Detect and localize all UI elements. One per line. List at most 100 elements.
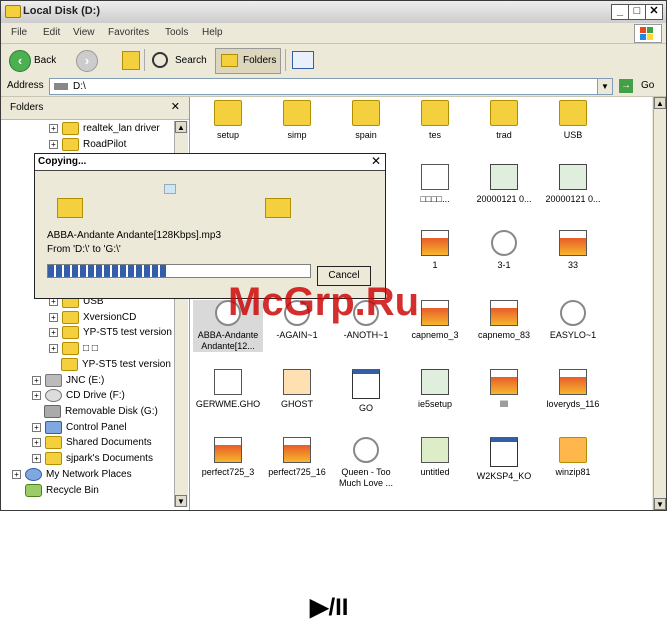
address-field[interactable]: D:\ ▼	[49, 78, 613, 95]
file-item[interactable]: untitled	[400, 437, 470, 478]
media-file-icon	[490, 300, 518, 326]
drive-icon	[45, 374, 62, 387]
tree-item[interactable]: Removable Disk (G:)	[44, 405, 158, 418]
folder-icon	[421, 100, 449, 126]
tree-item[interactable]: YP-ST5 test version	[61, 358, 171, 371]
file-item[interactable]: llll	[469, 369, 539, 410]
document-icon	[214, 369, 242, 395]
search-button-label[interactable]: Search	[175, 55, 207, 66]
media-player-icon	[353, 437, 379, 463]
window-titlebar[interactable]: Local Disk (D:) _ □ ✕	[1, 1, 666, 24]
toolbar: ‹ Back › Search Folders	[1, 44, 666, 77]
close-button[interactable]: ✕	[645, 4, 663, 20]
up-folder-icon[interactable]	[122, 51, 140, 70]
watermark-text: McGrp.Ru	[228, 280, 420, 324]
file-item[interactable]: USB	[538, 100, 608, 141]
file-item[interactable]: EASYLO~1	[538, 300, 608, 341]
folders-pane-header: Folders ✕	[1, 97, 189, 120]
scroll-up-icon[interactable]: ▲	[654, 97, 666, 109]
dialog-close-icon[interactable]: ✕	[371, 154, 381, 168]
file-item[interactable]: ie5setup	[400, 369, 470, 410]
file-item[interactable]: trad	[469, 100, 539, 141]
recycle-bin-icon	[25, 484, 42, 497]
file-item[interactable]: setup	[193, 100, 263, 141]
back-button-label[interactable]: Back	[34, 55, 56, 66]
tree-item[interactable]: + RoadPilot	[49, 138, 126, 151]
scroll-down-icon[interactable]: ▼	[654, 498, 666, 510]
file-item[interactable]: perfect725_16	[262, 437, 332, 478]
explorer-window: Local Disk (D:) _ □ ✕ File Edit View Fav…	[0, 0, 667, 511]
folder-icon	[5, 5, 21, 18]
menu-help[interactable]: Help	[202, 27, 223, 38]
file-item[interactable]: simp	[262, 100, 332, 141]
file-item[interactable]: spain	[331, 100, 401, 141]
drive-icon	[54, 83, 68, 90]
file-view-scrollbar[interactable]: ▲ ▼	[653, 97, 666, 510]
menu-favorites[interactable]: Favorites	[108, 27, 149, 38]
back-arrow-icon[interactable]: ‹	[9, 50, 31, 72]
file-item[interactable]: winzip81	[538, 437, 608, 478]
removable-disk-icon	[44, 405, 61, 418]
file-item[interactable]: GO	[331, 369, 401, 414]
forward-arrow-icon[interactable]: ›	[76, 50, 98, 72]
folder-icon	[559, 100, 587, 126]
tree-item[interactable]: Recycle Bin	[25, 484, 99, 497]
file-item[interactable]: capnemo_83	[469, 300, 539, 341]
file-item[interactable]: 3-1	[469, 230, 539, 271]
menu-view[interactable]: View	[73, 27, 95, 38]
tree-item[interactable]: + realtek_lan driver	[49, 122, 160, 135]
close-pane-icon[interactable]: ✕	[171, 100, 180, 113]
file-item[interactable]: perfect725_3	[193, 437, 263, 478]
address-value: D:\	[73, 81, 86, 92]
destination-folder-icon	[265, 198, 291, 218]
address-dropdown-icon[interactable]: ▼	[597, 79, 612, 94]
file-item[interactable]: 33	[538, 230, 608, 271]
media-file-icon	[421, 300, 449, 326]
play-pause-icon: ▶/II	[310, 594, 349, 621]
folders-pane-title: Folders	[10, 102, 44, 113]
scroll-up-icon[interactable]: ▲	[175, 121, 187, 133]
window-title: Local Disk (D:)	[23, 5, 101, 17]
tree-item[interactable]: + □ □	[49, 342, 98, 355]
folder-icon	[62, 326, 79, 339]
tree-item[interactable]: + My Network Places	[12, 468, 132, 481]
file-item[interactable]: 1	[400, 230, 470, 271]
scroll-down-icon[interactable]: ▼	[175, 495, 187, 507]
tree-item[interactable]: + JNC (E:)	[32, 374, 104, 387]
file-item[interactable]: loveryds_116	[538, 369, 608, 410]
folder-icon	[62, 138, 79, 151]
search-icon[interactable]	[152, 52, 168, 68]
tree-item[interactable]: + YP-ST5 test version	[49, 326, 172, 339]
tree-item[interactable]: + CD Drive (F:)	[32, 389, 125, 402]
file-item[interactable]: 20000121 0...	[469, 164, 539, 205]
minimize-button[interactable]: _	[611, 4, 629, 20]
paint-file-icon	[421, 437, 449, 463]
menu-edit[interactable]: Edit	[43, 27, 60, 38]
tree-item[interactable]: + Control Panel	[32, 421, 127, 434]
media-file-icon	[559, 369, 587, 395]
tree-item[interactable]: + XversionCD	[49, 311, 136, 324]
views-icon[interactable]	[292, 51, 314, 69]
media-file-icon	[214, 437, 242, 463]
menu-tools[interactable]: Tools	[165, 27, 188, 38]
go-button-label[interactable]: Go	[641, 80, 654, 91]
menu-bar: File Edit View Favorites Tools Help	[1, 23, 666, 44]
file-item[interactable]: 20000121 0...	[538, 164, 608, 205]
file-item[interactable]: Queen - Too Much Love ...	[331, 437, 401, 489]
media-file-icon	[559, 230, 587, 256]
file-item[interactable]: GHOST	[262, 369, 332, 410]
file-item[interactable]: □□□□...	[400, 164, 470, 205]
file-item[interactable]: tes	[400, 100, 470, 141]
dialog-titlebar[interactable]: Copying... ✕	[35, 154, 385, 171]
file-item[interactable]: GERWME.GHO	[193, 369, 263, 410]
go-arrow-icon[interactable]: →	[619, 79, 633, 93]
menu-file[interactable]: File	[11, 27, 27, 38]
maximize-button[interactable]: □	[628, 4, 646, 20]
cd-drive-icon	[45, 389, 62, 402]
tree-item[interactable]: + Shared Documents	[32, 436, 152, 449]
progress-fill	[48, 265, 166, 277]
media-file-icon	[283, 437, 311, 463]
tree-item[interactable]: + sjpark's Documents	[32, 452, 153, 465]
file-item[interactable]: W2KSP4_KO	[469, 437, 539, 482]
window-app-icon	[490, 437, 518, 467]
